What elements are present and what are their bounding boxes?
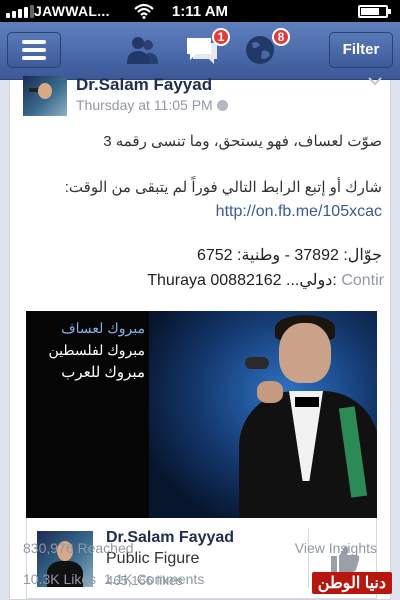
post-timestamp[interactable]: Thursday at 11:05 PM [76, 97, 228, 113]
messages-badge: 1 [212, 28, 230, 46]
post-author[interactable]: Dr.Salam Fayyad [76, 75, 212, 95]
friend-requests-icon[interactable] [124, 34, 160, 66]
divider [308, 528, 309, 588]
author-avatar[interactable] [23, 76, 67, 116]
status-time: 1:11 AM [171, 3, 229, 20]
post-card: Dr.Salam Fayyad Thursday at 11:05 PM صوّ… [9, 75, 391, 600]
top-navigation-bar: 1 8 Filter [0, 22, 400, 80]
post-timestamp-text: Thursday at 11:05 PM [76, 97, 213, 113]
watermark-logo: دنيا الوطن [311, 572, 392, 594]
post-contact-text: Thuraya 00882162 ...دولي: [147, 272, 337, 289]
photo-text-panel: مبروك لعساف مبروك لفلسطين مبروك للعرب [26, 311, 149, 518]
post-text-line: صوّت لعساف، فهو يستحق، وما تنسى رقمه 3 [103, 133, 382, 150]
photo-singer [149, 311, 377, 518]
battery-icon [358, 5, 391, 18]
messages-button[interactable]: 1 [184, 28, 230, 66]
view-insights-link[interactable]: View Insights [295, 540, 377, 556]
notifications-button[interactable]: 8 [244, 28, 290, 66]
hamburger-icon-line [22, 40, 46, 44]
post-link[interactable]: http://on.fb.me/105xcac [10, 203, 382, 221]
hamburger-icon-line [22, 48, 46, 52]
privacy-globe-icon [216, 100, 228, 111]
chevron-down-icon[interactable] [368, 76, 382, 86]
post-photo[interactable]: مبروك لعساف مبروك لفلسطين مبروك للعرب [26, 311, 377, 518]
photo-caption-line: مبروك لعساف [61, 320, 145, 336]
continue-reading-link[interactable]: Contir [341, 272, 384, 289]
reach-count: 830,976 Reached [23, 540, 134, 556]
post-contact-line: جوّال: 37892 - وطنية: 6752 [196, 247, 382, 264]
photo-caption-line: مبروك لفلسطين [48, 342, 145, 358]
photo-caption-line: مبروك للعرب [61, 364, 145, 381]
filter-button[interactable]: Filter [329, 32, 393, 68]
menu-button[interactable] [7, 32, 61, 68]
hamburger-icon-line [22, 56, 46, 60]
status-bar: JAWWAL... 1:11 AM [0, 0, 400, 22]
likes-comments-count[interactable]: 10.3K Likes 1.1K Comments [23, 571, 204, 587]
post-text-line: شارك أو إتبع الرابط التالي فوراً لم يتبق… [64, 179, 382, 196]
post-contact-line-2: Thuraya 00882162 ...دولي: Contir [10, 270, 384, 290]
notifications-badge: 8 [272, 28, 290, 46]
